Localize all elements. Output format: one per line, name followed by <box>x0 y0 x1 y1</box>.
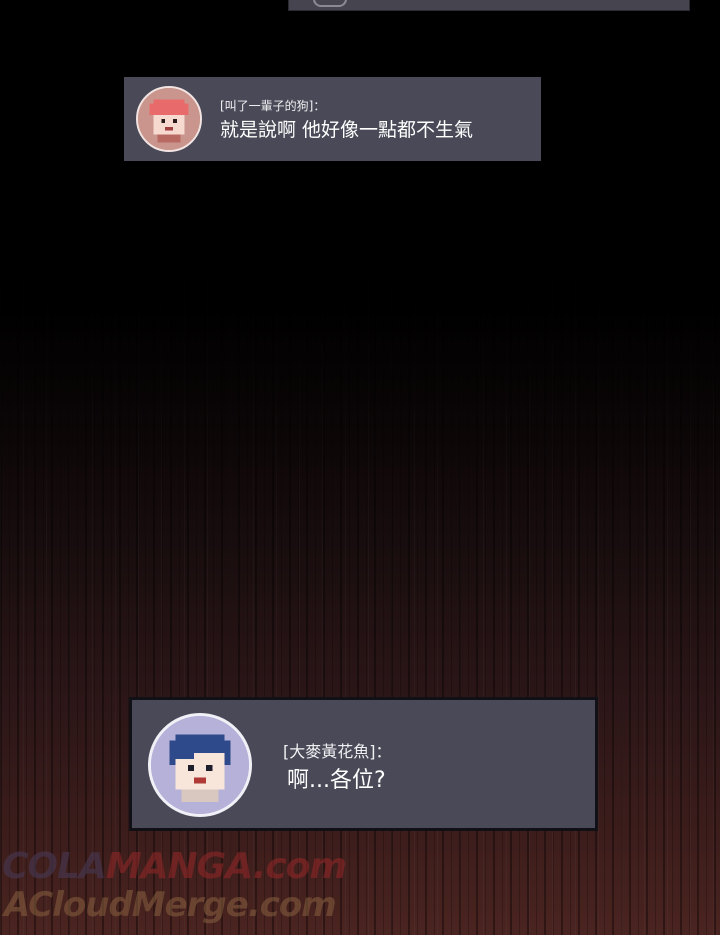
message-text: 啊...各位? <box>287 768 386 793</box>
speaker-name: [大麥黃花魚]： <box>283 742 392 761</box>
watermark-part: COLA <box>2 846 107 887</box>
blue-hair-pixel-avatar-icon <box>148 713 252 817</box>
chat-message-1: [叫了一輩子的狗]： 就是說啊 他好像一點都不生氣 <box>124 77 541 161</box>
previous-chat-box-edge <box>288 0 690 11</box>
chat-message-2: [大麥黃花魚]： 啊...各位? <box>129 697 598 831</box>
avatar-edge <box>313 0 347 7</box>
red-hair-pixel-avatar-icon <box>136 86 202 152</box>
speaker-name: [叫了一輩子的狗]： <box>220 99 326 113</box>
watermark-part: .com <box>252 846 347 887</box>
watermark-colamanga: COLAMANGA.com <box>2 846 347 887</box>
message-text: 就是說啊 他好像一點都不生氣 <box>220 119 474 141</box>
watermark-acloudmerge: ACloudMerge.com <box>4 885 337 925</box>
manga-panel: [叫了一輩子的狗]： 就是說啊 他好像一點都不生氣 [大麥黃花魚]： 啊...各… <box>0 0 720 935</box>
background-streaks <box>0 260 720 935</box>
watermark-part: MANGA <box>105 846 254 887</box>
